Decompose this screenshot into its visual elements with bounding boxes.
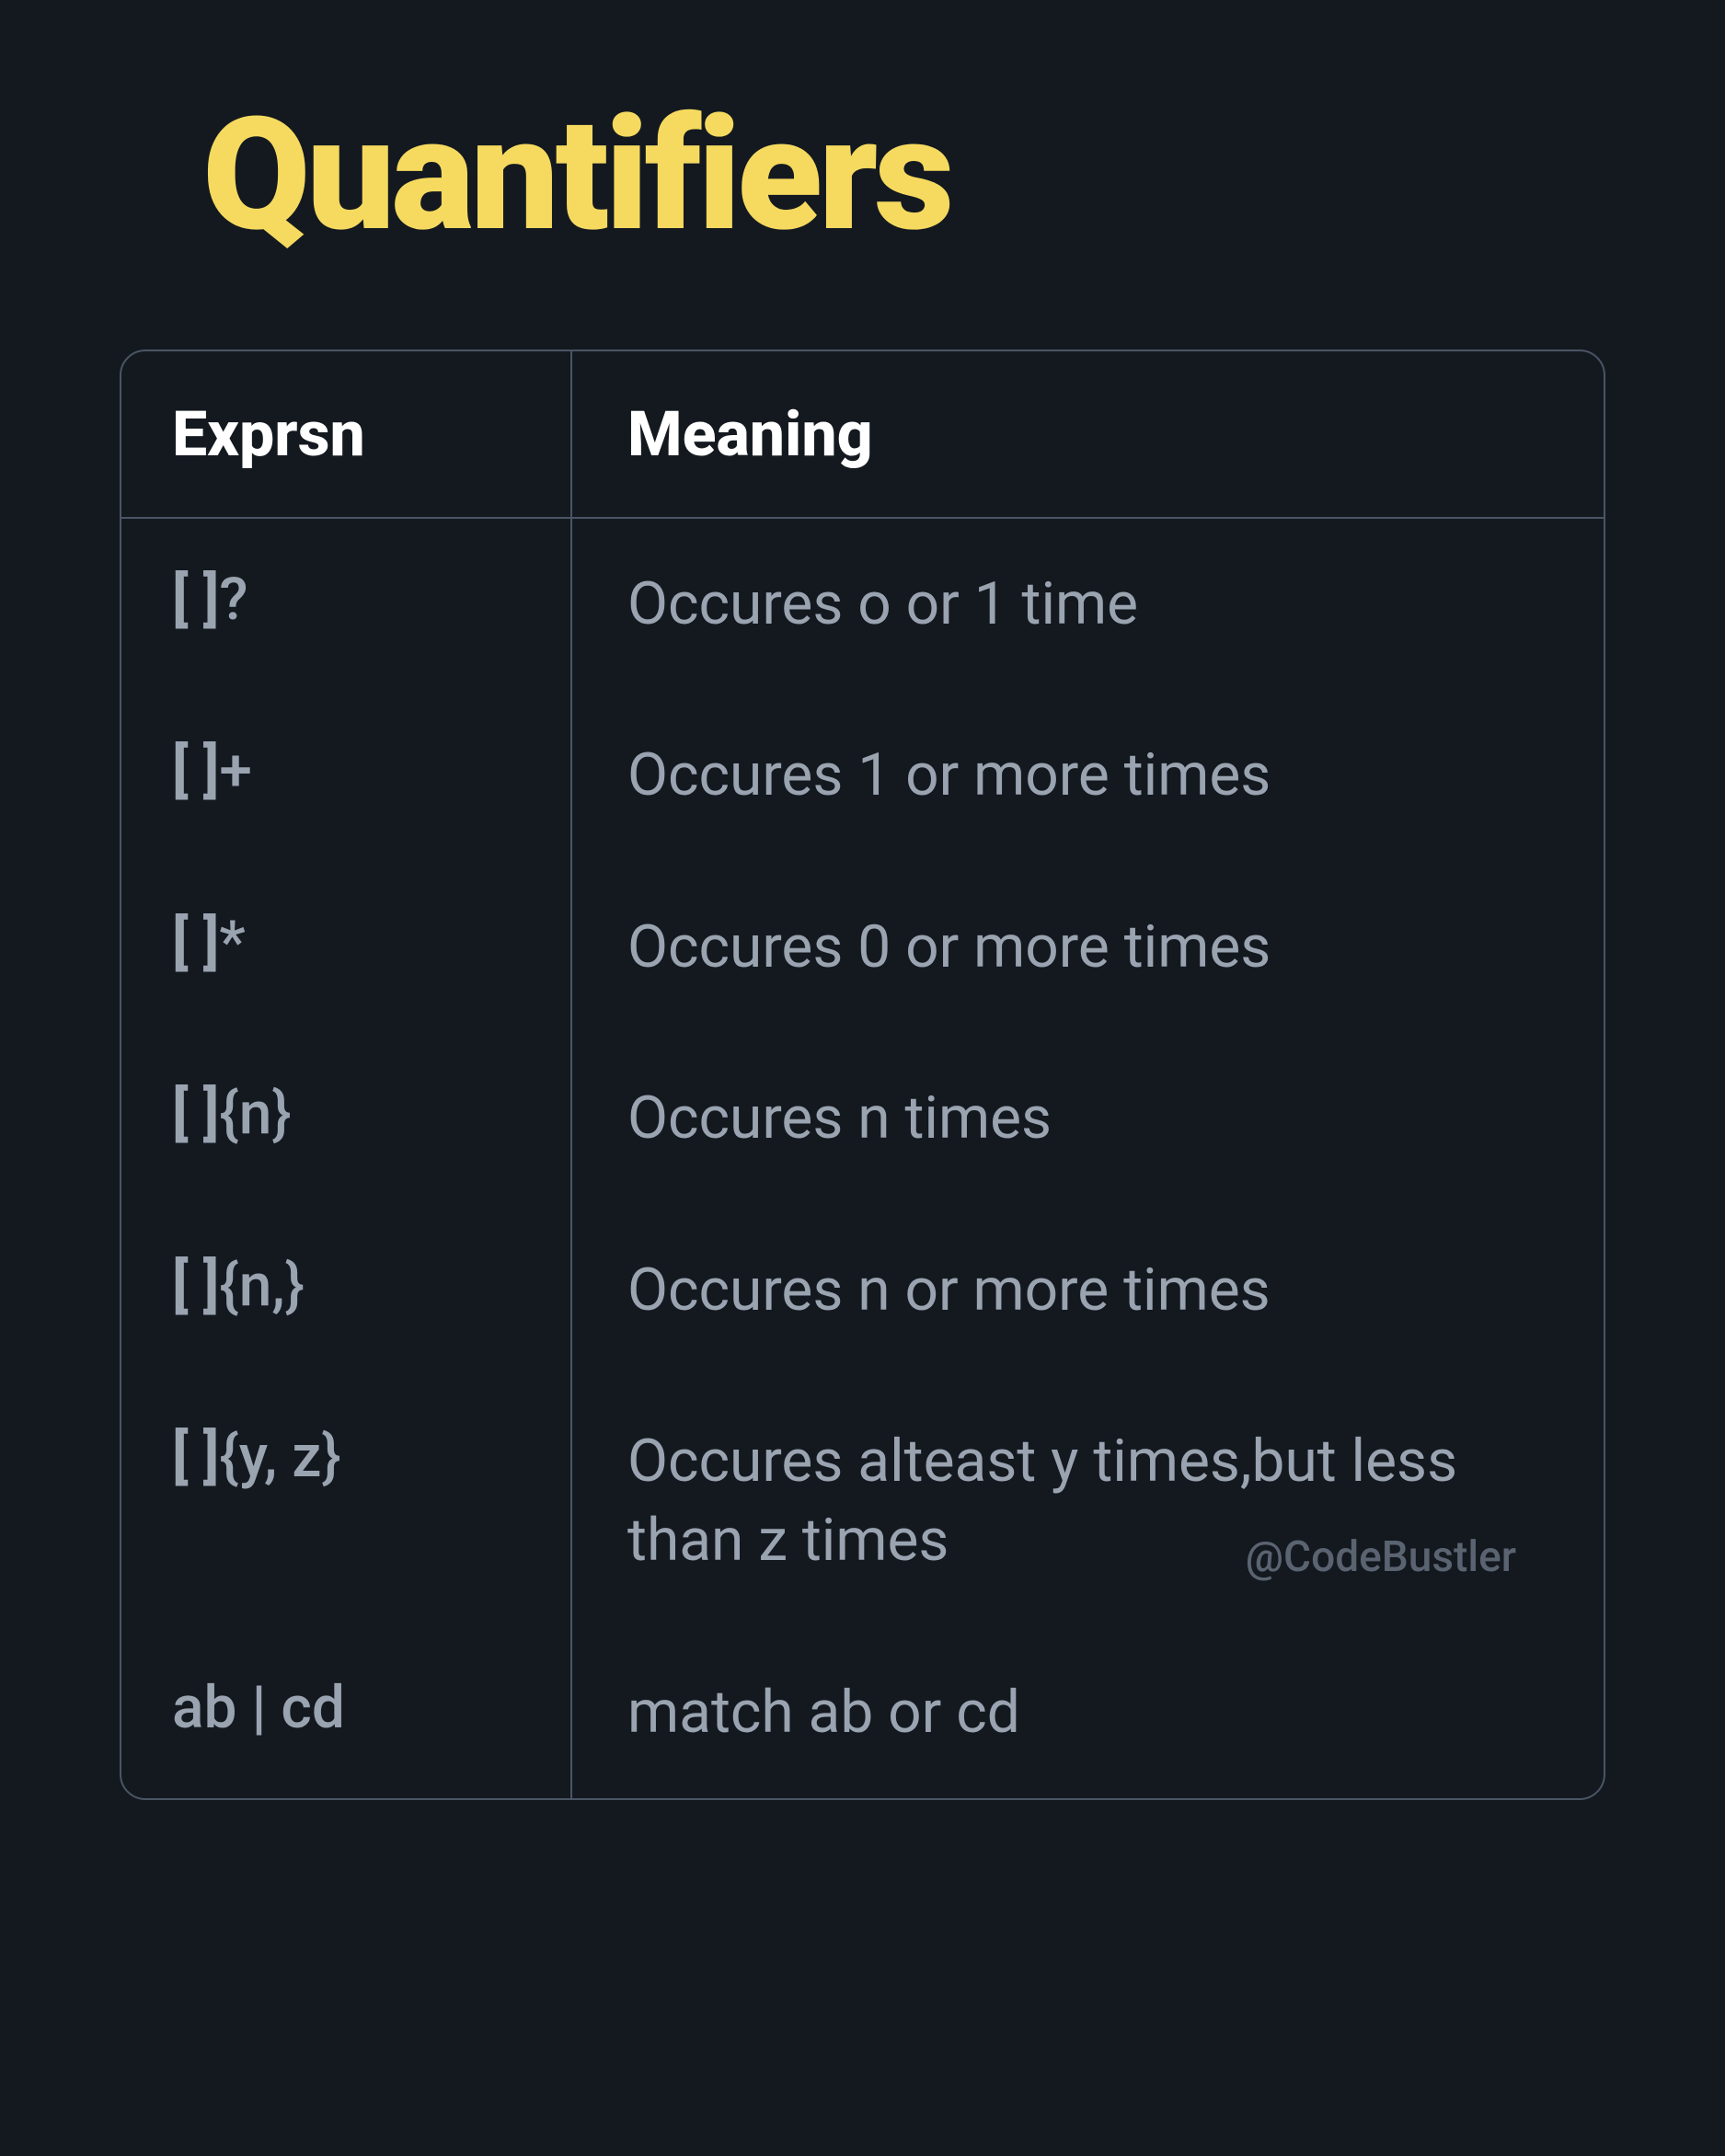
table-row: [ ]{n,}Occures n or more times — [121, 1205, 1604, 1376]
table-row: ab | cdmatch ab or cd — [121, 1627, 1604, 1798]
table-row: [ ]{y, z}Occures alteast y times,but les… — [121, 1376, 1604, 1627]
expression-cell: [ ]{n,} — [121, 1205, 572, 1376]
meaning-cell: Occures n or more times — [572, 1205, 1604, 1376]
table-row: [ ]+Occures 1 or more times — [121, 690, 1604, 861]
expression-cell: [ ]? — [121, 519, 572, 690]
meaning-cell: Occures 1 or more times — [572, 690, 1604, 861]
table-header-row: Exprsn Meaning — [121, 351, 1604, 519]
expression-cell: ab | cd — [121, 1627, 572, 1798]
quantifiers-table: Exprsn Meaning [ ]?Occures o or 1 time[ … — [120, 350, 1605, 1800]
table-row: [ ]*Occures 0 or more times — [121, 862, 1604, 1033]
expression-cell: [ ]{n} — [121, 1033, 572, 1204]
expression-cell: [ ]{y, z} — [121, 1376, 572, 1627]
column-header-meaning: Meaning — [572, 351, 1604, 517]
watermark: @CodeBustler — [1246, 1529, 1516, 1586]
meaning-cell: Occures n times — [572, 1033, 1604, 1204]
meaning-cell: Occures alteast y times,but less than z … — [572, 1376, 1604, 1627]
table-row: [ ]{n}Occures n times — [121, 1033, 1604, 1204]
expression-cell: [ ]* — [121, 862, 572, 1033]
column-header-expression: Exprsn — [121, 351, 572, 517]
table-row: [ ]?Occures o or 1 time — [121, 519, 1604, 690]
expression-cell: [ ]+ — [121, 690, 572, 861]
page-title: Quantifiers — [0, 0, 1725, 267]
meaning-cell: Occures o or 1 time — [572, 519, 1604, 690]
meaning-cell: Occures 0 or more times — [572, 862, 1604, 1033]
meaning-cell: match ab or cd — [572, 1627, 1604, 1798]
